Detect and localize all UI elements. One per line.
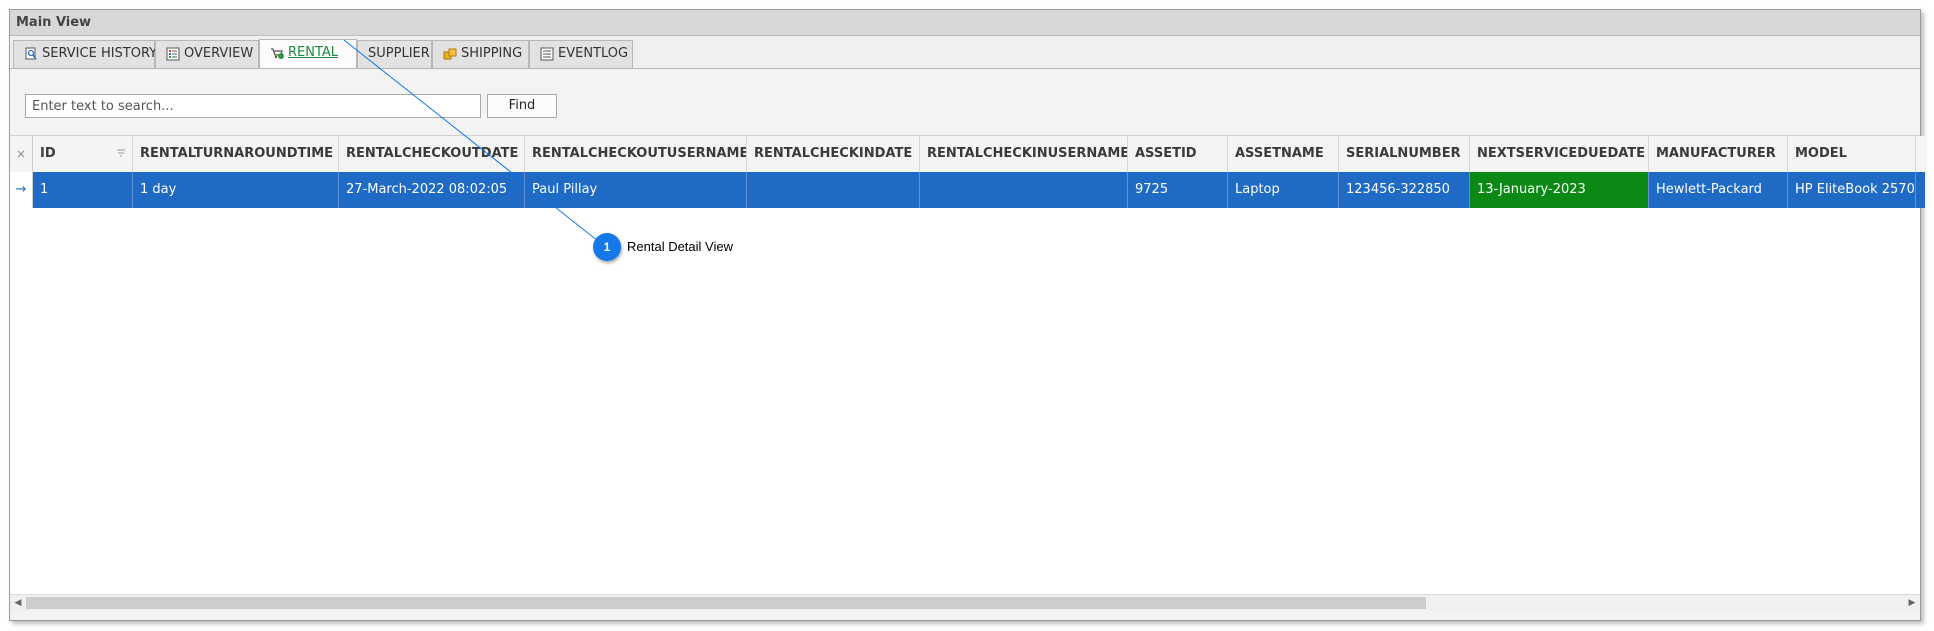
callout-badge: 1 bbox=[593, 233, 621, 261]
callout-leader-line bbox=[343, 39, 599, 242]
callout-label: Rental Detail View bbox=[627, 239, 733, 254]
